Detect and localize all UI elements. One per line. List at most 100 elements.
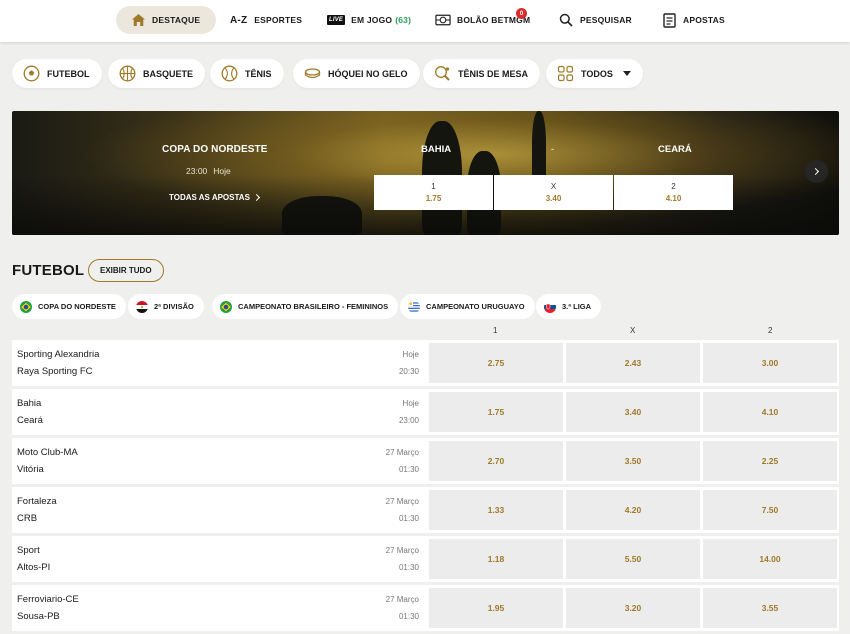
odd-button-home[interactable]: 1.18 [429, 539, 563, 579]
away-team: Altos-PI [17, 562, 51, 573]
match-time: 20:30 [398, 367, 419, 376]
nav-em-jogo[interactable]: LIVE EM JOGO (63) [327, 6, 411, 34]
nav-pesquisar[interactable]: PESQUISAR [558, 6, 632, 34]
odd-value: 1.75 [425, 194, 442, 203]
odd-button-draw[interactable]: 2.43 [566, 343, 700, 383]
odd-button-away[interactable]: 2.25 [703, 441, 837, 481]
banner-odd-home[interactable]: 1 1.75 [374, 175, 493, 210]
match-row[interactable]: Ferroviario-CE Sousa-PB 27 Março 01:30 1… [12, 585, 839, 631]
brazil-flag-icon [20, 300, 32, 313]
hockey-puck-icon [304, 65, 321, 82]
away-team: Vitória [17, 464, 44, 475]
match-time: 01:30 [398, 514, 419, 523]
home-team: Bahia [17, 398, 42, 409]
odd-button-home[interactable]: 2.70 [429, 441, 563, 481]
banner-odd-away[interactable]: 2 4.10 [614, 175, 733, 210]
all-bets-label: TODAS AS APOSTAS [169, 193, 250, 202]
grid-icon [557, 65, 574, 82]
odd-button-draw[interactable]: 3.50 [566, 441, 700, 481]
all-bets-link[interactable]: TODAS AS APOSTAS [169, 193, 260, 202]
featured-match-banner: COPA DO NORDESTE 23:00 Hoje TODAS AS APOS… [12, 111, 839, 235]
home-team: Sporting Alexandria [17, 349, 100, 360]
brazil-flag-icon [220, 300, 232, 313]
chevron-right-icon [252, 193, 260, 202]
sport-pill-basquete[interactable]: BASQUETE [108, 59, 206, 88]
sport-pill-tenis[interactable]: TÊNIS [210, 59, 284, 88]
nav-pesquisar-label: PESQUISAR [580, 15, 632, 25]
odd-button-away[interactable]: 3.00 [703, 343, 837, 383]
odd-button-home[interactable]: 1.33 [429, 490, 563, 530]
odd-button-away[interactable]: 4.10 [703, 392, 837, 432]
live-icon: LIVE [327, 15, 346, 25]
nav-apostas-label: APOSTAS [683, 15, 725, 25]
sport-pill-label: HÓQUEI NO GELO [328, 68, 408, 79]
odd-label: 2 [671, 182, 676, 191]
tennis-ball-icon [221, 65, 238, 82]
league-chip[interactable]: CAMPEONATO BRASILEIRO - FEMININOS [212, 294, 399, 319]
live-count: (63) [395, 15, 412, 25]
league-chip[interactable]: 2ª DIVISÃO [128, 294, 204, 319]
away-team: CRB [17, 513, 38, 524]
match-day: 27 Março [385, 595, 419, 604]
match-row[interactable]: Moto Club-MA Vitória 27 Março 01:30 2.70… [12, 438, 839, 484]
banner-odd-draw[interactable]: X 3.40 [494, 175, 613, 210]
match-row[interactable]: Bahia Ceará Hoje 23:00 1.75 3.40 4.10 [12, 389, 839, 435]
column-header-away: 2 [768, 326, 773, 335]
odd-value: 3.40 [545, 194, 562, 203]
show-all-button[interactable]: EXIBIR TUDO [88, 259, 164, 282]
league-chip[interactable]: CAMPEONATO URUGUAYO [400, 294, 535, 319]
nav-esportes-label: ESPORTES [254, 15, 303, 25]
nav-esportes[interactable]: A-Z ESPORTES [230, 6, 302, 34]
away-team: Ceará [17, 415, 43, 426]
league-chip[interactable]: COPA DO NORDESTE [12, 294, 126, 319]
league-chip[interactable]: 3.ª LIGA [536, 294, 602, 319]
league-chip-label: COPA DO NORDESTE [38, 302, 116, 311]
match-row[interactable]: Sporting Alexandria Raya Sporting FC Hoj… [12, 340, 839, 386]
sport-pill-hoquei[interactable]: HÓQUEI NO GELO [293, 59, 420, 88]
match-row[interactable]: Fortaleza CRB 27 Março 01:30 1.33 4.20 7… [12, 487, 839, 533]
nav-apostas[interactable]: APOSTAS [661, 6, 725, 34]
odd-button-home[interactable]: 1.75 [429, 392, 563, 432]
banner-away-team: CEARÁ [658, 144, 692, 155]
sport-pill-label: FUTEBOL [47, 68, 90, 79]
slovakia-flag-icon [544, 300, 556, 313]
sport-pill-tenis-de-mesa[interactable]: TÊNIS DE MESA [423, 59, 541, 88]
basketball-icon [119, 65, 136, 82]
home-team: Ferroviario-CE [17, 594, 79, 605]
section-title: FUTEBOL [12, 262, 85, 279]
odd-button-home[interactable]: 2.75 [429, 343, 563, 383]
odd-button-draw[interactable]: 5.50 [566, 539, 700, 579]
odd-button-away[interactable]: 14.00 [703, 539, 837, 579]
az-icon: A-Z [230, 14, 248, 26]
top-navigation: DESTAQUE A-Z ESPORTES LIVE EM JOGO (63) … [0, 0, 850, 42]
chevron-right-icon [811, 167, 820, 176]
odd-button-away[interactable]: 7.50 [703, 490, 837, 530]
odd-label: 1 [431, 182, 436, 191]
nav-em-jogo-label: EM JOGO [351, 15, 393, 25]
sport-pill-label: BASQUETE [143, 68, 194, 79]
odd-button-away[interactable]: 3.55 [703, 588, 837, 628]
match-row[interactable]: Sport Altos-PI 27 Março 01:30 1.18 5.50 … [12, 536, 839, 582]
notification-badge: 0 [516, 8, 527, 19]
home-team: Moto Club-MA [17, 447, 78, 458]
odd-button-home[interactable]: 1.95 [429, 588, 563, 628]
egypt-flag-icon [136, 300, 148, 313]
sport-pill-label: TODOS [581, 68, 613, 79]
league-chip-label: 3.ª LIGA [562, 302, 592, 311]
column-header-home: 1 [493, 326, 498, 335]
column-header-draw: X [630, 326, 636, 335]
home-icon [130, 12, 146, 28]
match-time: 01:30 [398, 563, 419, 572]
odd-label: X [550, 182, 557, 191]
betslip-icon [661, 12, 677, 28]
banner-separator: - [551, 144, 554, 154]
sport-pill-todos[interactable]: TODOS [546, 59, 643, 88]
chevron-down-icon [622, 71, 631, 76]
banner-next-button[interactable] [805, 160, 828, 183]
odd-button-draw[interactable]: 4.20 [566, 490, 700, 530]
odd-button-draw[interactable]: 3.40 [566, 392, 700, 432]
odd-button-draw[interactable]: 3.20 [566, 588, 700, 628]
away-team: Raya Sporting FC [17, 366, 93, 377]
sport-pill-futebol[interactable]: FUTEBOL [12, 59, 102, 88]
nav-destaque[interactable]: DESTAQUE [116, 6, 217, 34]
